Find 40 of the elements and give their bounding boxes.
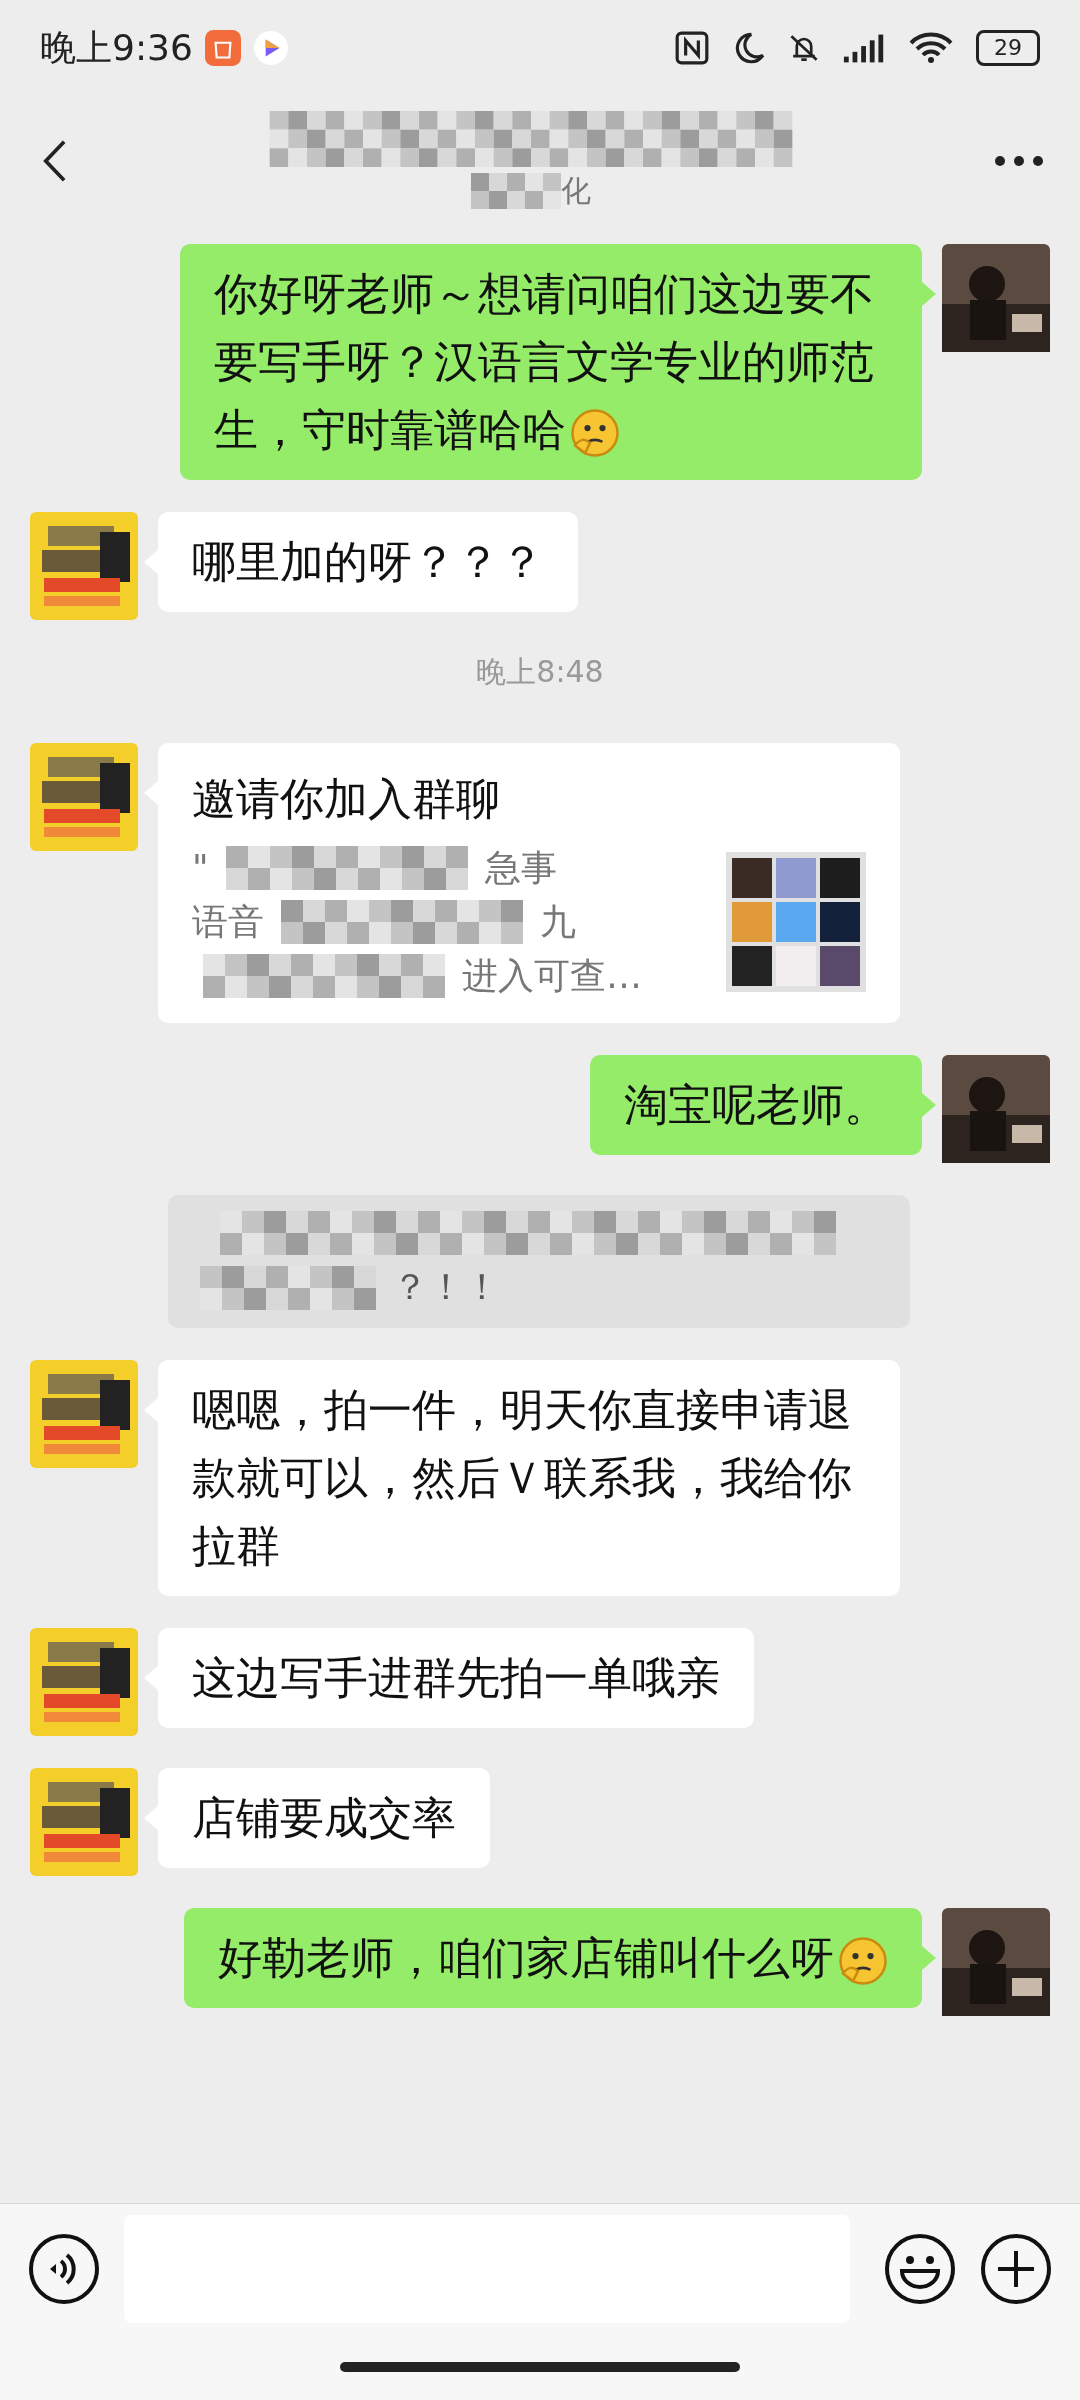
timestamp: 晚上8:48 — [476, 653, 604, 691]
avatar[interactable] — [942, 244, 1050, 352]
avatar[interactable] — [30, 743, 138, 851]
invite-text: 急事 — [484, 846, 557, 890]
message-text: ？！！ — [392, 1265, 500, 1309]
emoji-icon — [570, 408, 620, 458]
bubble-tail — [922, 1093, 936, 1117]
message-bubble[interactable]: 这边写手进群先拍一单哦亲 — [158, 1628, 754, 1728]
message-bubble[interactable]: 好勒老师，咱们家店铺叫什么呀 — [184, 1908, 922, 2008]
message-bubble[interactable]: 淘宝呢老师。 — [590, 1055, 922, 1155]
chat-subtitle: 化 — [561, 171, 591, 210]
nfc-icon — [674, 30, 710, 66]
invite-text: 语音 — [192, 900, 264, 944]
wifi-icon — [908, 30, 954, 66]
emoji-button-icon[interactable] — [884, 2233, 956, 2305]
bubble-tail — [922, 282, 936, 306]
bubble-tail — [922, 1946, 936, 1970]
message-bubble[interactable]: 你好呀老师～想请问咱们这边要不要写手呀？汉语言文学专业的师范生，守时靠谱哈哈 — [180, 244, 922, 480]
more-icon[interactable] — [994, 155, 1044, 167]
emoji-icon — [838, 1936, 888, 1986]
invite-text: 进入可查… — [462, 954, 642, 998]
add-icon[interactable] — [980, 2233, 1052, 2305]
avatar[interactable] — [942, 1055, 1050, 1163]
avatar[interactable] — [942, 1908, 1050, 2016]
voice-icon[interactable] — [28, 2233, 100, 2305]
message-bubble[interactable]: 店铺要成交率 — [158, 1768, 490, 1868]
invite-text: 九 — [540, 900, 576, 944]
battery-indicator: 29 — [976, 30, 1040, 66]
status-time: 晚上9:36 — [40, 25, 193, 70]
shopping-bag-icon — [204, 30, 241, 66]
message-bubble[interactable]: 哪里加的呀？？？ — [158, 512, 578, 612]
avatar[interactable] — [30, 1628, 138, 1736]
avatar[interactable] — [30, 1360, 138, 1468]
message-bubble[interactable]: 嗯嗯，拍一件，明天你直接申请退款就可以，然后Ｖ联系我，我给你拉群 — [158, 1360, 900, 1596]
avatar[interactable] — [30, 1768, 138, 1876]
invite-title: 邀请你加入群聊 — [192, 772, 501, 826]
play-icon — [252, 30, 289, 66]
avatar[interactable] — [30, 512, 138, 620]
invite-text: " — [192, 846, 209, 890]
group-invite-card[interactable]: 邀请你加入群聊 " 急事 语音 九 进入可查… — [158, 743, 900, 1023]
